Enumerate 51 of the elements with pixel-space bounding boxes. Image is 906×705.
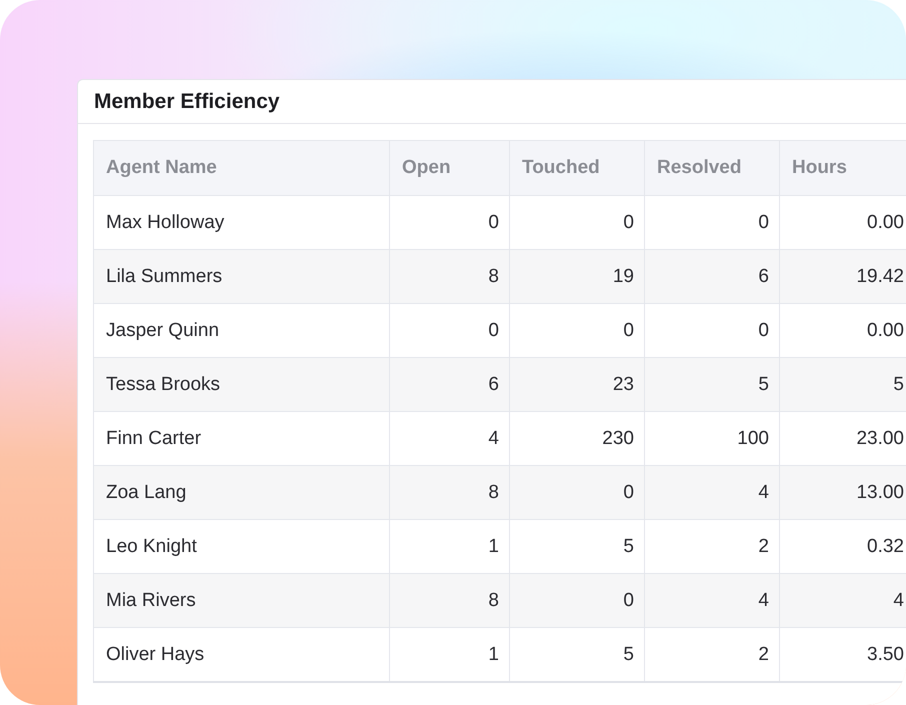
column-header: Resolved <box>644 140 780 196</box>
table-cell: Lila Summers <box>94 250 390 304</box>
column-header: Agent Name <box>94 140 390 196</box>
column-header: Hours <box>780 140 906 196</box>
table-cell: 0.00 <box>780 304 906 358</box>
table-cell: 13.00 <box>780 466 906 520</box>
table-cell: 0 <box>510 196 644 250</box>
table-cell: 5 <box>510 628 644 682</box>
table-cell: 230 <box>510 412 644 466</box>
table-cell: 5 <box>780 358 906 412</box>
table-cell: 2 <box>644 520 780 574</box>
table-cell: 6 <box>390 358 510 412</box>
table-cell: 4 <box>780 574 906 628</box>
column-header: Touched <box>510 140 644 196</box>
column-header: Open <box>390 140 510 196</box>
table-cell: 23 <box>510 358 644 412</box>
table-cell: Tessa Brooks <box>94 358 390 412</box>
table-cell: 1 <box>390 628 510 682</box>
card-title: Member Efficiency <box>94 90 280 114</box>
table-cell: 0.32 <box>780 520 906 574</box>
table-cell: 4 <box>644 466 780 520</box>
table-cell: 0 <box>644 304 780 358</box>
table-cell: Mia Rivers <box>94 574 390 628</box>
table-cell: 6 <box>644 250 780 304</box>
table-cell: 0.00 <box>780 196 906 250</box>
table-cell: 19.42 <box>780 250 906 304</box>
table-cell: 5 <box>510 520 644 574</box>
table-cell: 3.50 <box>780 628 906 682</box>
table-cell: 5 <box>644 358 780 412</box>
table-cell: 0 <box>644 196 780 250</box>
table-cell: 4 <box>644 574 780 628</box>
table-cell: 19 <box>510 250 644 304</box>
table-cell: 0 <box>390 196 510 250</box>
table-cell: 0 <box>510 304 644 358</box>
table-cell: 8 <box>390 466 510 520</box>
table-cell: Max Holloway <box>94 196 390 250</box>
table-cell: Zoa Lang <box>94 466 390 520</box>
table-cell: 100 <box>644 412 780 466</box>
table-cell: 2 <box>644 628 780 682</box>
table-cell: 8 <box>390 250 510 304</box>
table-cell: 8 <box>390 574 510 628</box>
table-cell: Leo Knight <box>94 520 390 574</box>
table-cell: Jasper Quinn <box>94 304 390 358</box>
table-cell: 0 <box>510 574 644 628</box>
table-cell: 4 <box>390 412 510 466</box>
table-cell: 0 <box>390 304 510 358</box>
table-cell: Oliver Hays <box>94 628 390 682</box>
table-cell: 0 <box>510 466 644 520</box>
table-cell: 1 <box>390 520 510 574</box>
table-cell: Finn Carter <box>94 412 390 466</box>
table-cell: 23.00 <box>780 412 906 466</box>
